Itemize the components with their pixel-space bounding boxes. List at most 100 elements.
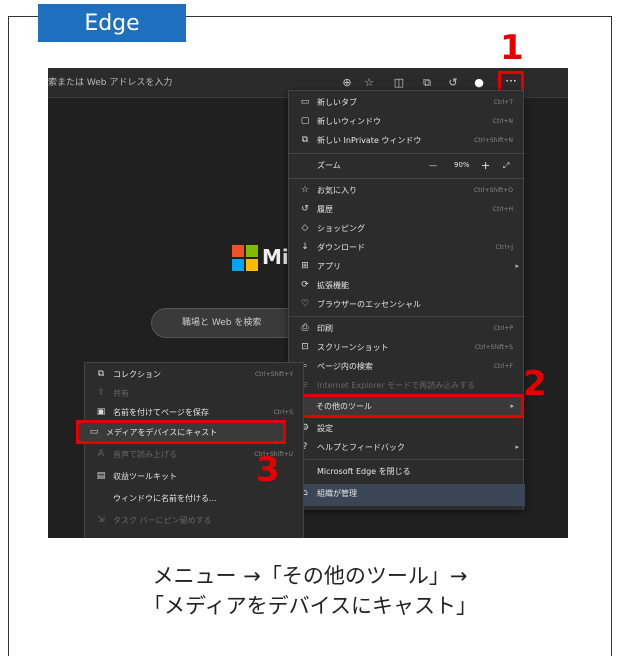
menu-item-label: コレクション <box>113 370 161 379</box>
menu-item-label: ページ内の検索 <box>317 362 373 371</box>
menu-item-shortcut: Ctrl+T <box>493 99 513 106</box>
menu-item-inprivate[interactable]: ⧉ 新しい InPrivate ウィンドウ Ctrl+Shift+N <box>289 131 525 150</box>
shopping-icon: ◇ <box>301 223 309 233</box>
step-number-2: 2 <box>523 364 547 404</box>
browser-screenshot: 索または Web アドレスを入力 ⊕ ☆ ◫ ⧉ ↺ ● ··· Mi ⌕ 職場… <box>48 68 568 538</box>
zoom-out-button[interactable]: — <box>429 156 437 175</box>
share-icon: ⇪ <box>97 388 105 398</box>
menu-item-apps[interactable]: ⊞ アプリ ▸ <box>289 257 525 276</box>
menu-item-label: Microsoft Edge を閉じる <box>317 467 411 476</box>
divider <box>289 316 525 317</box>
pin-icon: ⇲ <box>97 515 105 525</box>
chevron-right-icon: ▸ <box>515 262 519 270</box>
fullscreen-icon[interactable]: ⤢ <box>503 156 509 175</box>
menu-item-label: 新しいタブ <box>317 98 357 107</box>
menu-item-new-window[interactable]: ▢ 新しいウィンドウ Ctrl+N <box>289 112 525 131</box>
zoom-in-button[interactable]: + <box>481 156 490 175</box>
chevron-right-icon: ▸ <box>510 402 514 410</box>
menu-item-print[interactable]: ⎙ 印刷 Ctrl+P <box>289 319 525 338</box>
menu-item-label: 収益ツールキット <box>113 472 177 481</box>
inprivate-icon: ⧉ <box>301 135 309 145</box>
cast-icon: ▭ <box>89 427 99 437</box>
new-window-icon: ▢ <box>300 116 310 126</box>
menu-item-shortcut: Ctrl+P <box>493 325 513 332</box>
print-icon: ⎙ <box>301 323 309 333</box>
collections-icon: ⧉ <box>97 369 105 379</box>
zoom-value: 90% <box>454 161 470 169</box>
menu-item-zoom[interactable]: ズーム — 90% + ⤢ <box>289 156 525 175</box>
menu-item-label: 設定 <box>317 424 333 433</box>
submenu-item-collections[interactable]: ⧉ コレクション Ctrl+Shift+Y <box>85 365 305 384</box>
menu-item-label: ヘルプとフィードバック <box>317 443 405 452</box>
menu-item-label: その他のツール <box>316 402 372 411</box>
read-aloud-icon: A <box>97 449 105 459</box>
menu-item-label: Internet Explorer モードで再読み込みする <box>317 381 476 390</box>
divider <box>289 153 525 154</box>
menu-item-label: 履歴 <box>317 205 333 214</box>
settings-menu-lower: ⚙ 設定 ? ヘルプとフィードバック ▸ Microsoft Edge を閉じる ⌂ 組… <box>288 418 525 510</box>
menu-item-label: タスク バーにピン留めする <box>113 516 212 525</box>
menu-item-history[interactable]: ↺ 履歴 Ctrl+H <box>289 200 525 219</box>
menu-item-label: 組織が管理 <box>317 489 357 498</box>
caption-line-2: 「メディアをデバイスにキャスト」 <box>143 594 477 618</box>
menu-item-label: 拡張機能 <box>317 281 349 290</box>
menu-item-label: メディアをデバイスにキャスト <box>106 428 218 437</box>
menu-item-shortcut: Ctrl+Shift+N <box>474 137 513 144</box>
menu-item-shortcut: Ctrl+Shift+O <box>473 187 513 194</box>
submenu-item-name-window[interactable]: ウィンドウに名前を付ける... <box>85 489 305 508</box>
menu-item-label: スクリーンショット <box>317 343 389 352</box>
menu-item-extensions[interactable]: ⟳ 拡張機能 <box>289 276 525 295</box>
submenu-item-share[interactable]: ⇪ 共有 <box>85 384 305 403</box>
step-number-1: 1 <box>500 28 524 68</box>
divider <box>289 459 525 460</box>
edge-badge: Edge <box>38 4 186 42</box>
essentials-icon: ♡ <box>300 299 310 309</box>
chevron-right-icon: ▸ <box>515 443 519 451</box>
search-input[interactable]: 職場と Web を検索 <box>151 308 311 338</box>
menu-item-shopping[interactable]: ◇ ショッピング <box>289 219 525 238</box>
menu-item-favorites[interactable]: ☆ お気に入り Ctrl+Shift+O <box>289 181 525 200</box>
menu-item-label: ブラウザーのエッセンシャル <box>317 300 421 309</box>
menu-item-shortcut: Ctrl+N <box>492 118 513 125</box>
favorites-icon: ☆ <box>300 185 310 195</box>
menu-item-label: 共有 <box>113 389 129 398</box>
menu-item-shortcut: Ctrl+J <box>495 244 513 251</box>
history-icon: ↺ <box>301 204 309 214</box>
menu-item-new-tab[interactable]: ▭ 新しいタブ Ctrl+T <box>289 93 525 112</box>
menu-item-downloads[interactable]: ↓ ダウンロード Ctrl+J <box>289 238 525 257</box>
menu-item-label: 音声で読み上げる <box>113 450 177 459</box>
extensions-icon: ⟳ <box>301 280 309 290</box>
menu-item-screenshot[interactable]: ⊡ スクリーンショット Ctrl+Shift+S <box>289 338 525 357</box>
menu-item-label: ダウンロード <box>317 243 365 252</box>
address-placeholder: 索または Web アドレスを入力 <box>48 78 173 88</box>
new-tab-icon: ▭ <box>300 97 310 107</box>
menu-item-shortcut: Ctrl+H <box>492 206 513 213</box>
screenshot-icon: ⊡ <box>301 342 309 352</box>
microsoft-logo-text: Mi <box>262 245 289 269</box>
caption-line-1: メニュー →「その他のツール」→ <box>152 564 468 588</box>
menu-item-label: 新しいウィンドウ <box>317 117 381 126</box>
menu-item-find[interactable]: ⌕ ページ内の検索 Ctrl+F <box>289 357 525 376</box>
apps-icon: ⊞ <box>301 261 309 271</box>
menu-item-close-edge[interactable]: Microsoft Edge を閉じる <box>289 462 525 481</box>
submenu-item-pin-taskbar[interactable]: ⇲ タスク バーにピン留めする <box>85 511 305 530</box>
menu-item-help[interactable]: ? ヘルプとフィードバック ▸ <box>289 438 525 457</box>
menu-item-settings[interactable]: ⚙ 設定 <box>289 419 525 438</box>
menu-item-label: ウィンドウに名前を付ける... <box>113 494 217 503</box>
divider <box>289 178 525 179</box>
menu-item-managed[interactable]: ⌂ 組織が管理 <box>289 484 525 506</box>
submenu-item-cast[interactable]: ▭ メディアをデバイスにキャスト <box>78 423 284 442</box>
menu-item-essentials[interactable]: ♡ ブラウザーのエッセンシャル <box>289 295 525 314</box>
menu-item-label: ショッピング <box>317 224 365 233</box>
menu-item-label: ズーム <box>317 161 341 170</box>
menu-item-label: 印刷 <box>317 324 333 333</box>
download-icon: ↓ <box>301 242 309 252</box>
menu-item-label: お気に入り <box>317 186 357 195</box>
step-number-3: 3 <box>256 450 280 490</box>
menu-item-shortcut: Ctrl+Shift+S <box>474 344 513 351</box>
microsoft-logo-icon <box>232 245 258 271</box>
menu-item-label: アプリ <box>317 262 341 271</box>
menu-item-more-tools[interactable]: その他のツール ▸ <box>288 397 520 416</box>
menu-item-label: 新しい InPrivate ウィンドウ <box>317 136 422 145</box>
menu-item-ie-mode[interactable]: e Internet Explorer モードで再読み込みする <box>289 376 525 395</box>
